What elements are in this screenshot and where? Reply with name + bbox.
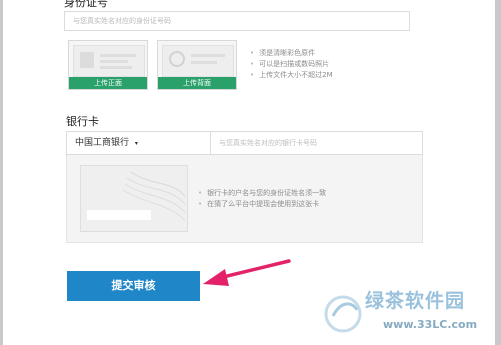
id-front-upload-card[interactable]: 上传正面 [68,40,148,90]
id-number-input[interactable]: 与您真实姓名对应的身份证号码 [64,11,410,31]
bank-select[interactable]: 中国工商银行 ▾ [66,131,211,155]
bank-select-value: 中国工商银行 [75,138,130,148]
hint-item: 须是清晰彩色原件 [250,48,333,59]
hint-item: 银行卡的户名与您的身份证姓名须一致 [198,188,326,199]
watermark-url: www.33LC.com [383,318,478,331]
upload-back-button[interactable]: 上传背面 [158,77,236,89]
upload-front-button[interactable]: 上传正面 [69,77,147,89]
bank-card-image [80,165,188,232]
hint-item: 上传文件大小不超过2M [250,70,333,81]
arrow-icon [203,259,291,286]
card-pattern-icon [122,171,186,221]
hint-item: 在猜了么平台中提现会使用到这张卡 [198,199,326,210]
id-back-thumbnail [162,45,234,77]
watermark-name: 绿茶软件园 [365,290,466,312]
id-front-thumbnail [73,45,145,77]
card-number-strip [87,210,151,220]
card-number-input[interactable]: 与您真实姓名对应的银行卡号码 [210,131,423,155]
bank-section-title: 银行卡 [66,115,99,128]
id-section-title: 身份证号 [64,0,108,9]
chevron-down-icon: ▾ [134,140,138,147]
submit-review-button[interactable]: 提交审核 [67,271,200,301]
bank-card-hints: 银行卡的户名与您的身份证姓名须一致 在猜了么平台中提现会使用到这张卡 [198,188,326,210]
hint-item: 可以是扫描或数码照片 [250,59,333,70]
right-border [495,0,501,345]
left-border [0,0,3,345]
id-back-upload-card[interactable]: 上传背面 [157,40,237,90]
emblem-icon [169,51,225,67]
id-front-icon [80,52,136,69]
id-upload-hints: 须是清晰彩色原件 可以是扫描或数码照片 上传文件大小不超过2M [250,48,333,81]
